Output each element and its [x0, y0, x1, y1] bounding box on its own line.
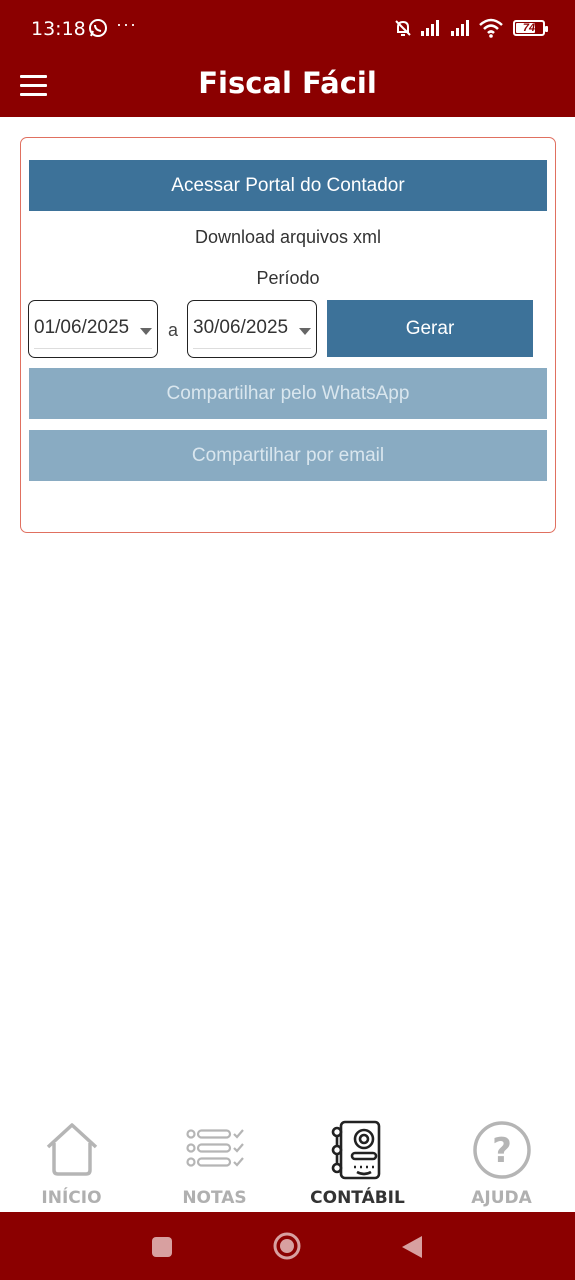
- wifi-icon: [479, 18, 503, 38]
- help-icon: ?: [472, 1121, 531, 1179]
- system-navigation-bar: [0, 1212, 575, 1280]
- nav-item-notas[interactable]: NOTAS: [143, 1112, 286, 1212]
- nav-item-contabil[interactable]: CONTÁBIL: [286, 1112, 429, 1212]
- status-bar: 13:18 ··· 74: [0, 0, 575, 58]
- share-whatsapp-button[interactable]: Compartilhar pelo WhatsApp: [29, 368, 547, 419]
- battery-icon: 74: [513, 20, 548, 36]
- nav-item-ajuda[interactable]: ? AJUDA: [430, 1112, 573, 1212]
- back-icon[interactable]: [400, 1234, 424, 1260]
- start-date-value: 01/06/2025: [34, 317, 130, 338]
- signal-icon: [451, 20, 469, 36]
- app-title: Fiscal Fácil: [198, 66, 377, 100]
- share-email-button[interactable]: Compartilhar por email: [29, 430, 547, 481]
- access-portal-button[interactable]: Acessar Portal do Contador: [29, 160, 547, 211]
- end-date-value: 30/06/2025: [193, 317, 289, 338]
- download-xml-label: Download arquivos xml: [194, 227, 382, 247]
- period-label: Período: [256, 268, 320, 288]
- status-more-indicator: ···: [116, 14, 137, 34]
- date-separator: a: [168, 320, 179, 340]
- status-time: 13:18: [31, 18, 86, 40]
- checklist-icon: [185, 1129, 244, 1167]
- generate-button[interactable]: Gerar: [327, 300, 533, 357]
- status-icons: 74: [393, 17, 548, 39]
- signal-icon: [421, 20, 439, 36]
- nav-label: NOTAS: [182, 1188, 247, 1208]
- start-date-select[interactable]: 01/06/2025: [28, 300, 158, 358]
- bell-off-icon: [395, 20, 411, 36]
- app-bar: Fiscal Fácil: [0, 58, 575, 117]
- whatsapp-icon: [89, 19, 107, 37]
- end-date-select[interactable]: 30/06/2025: [187, 300, 317, 358]
- nav-item-inicio[interactable]: INÍCIO: [0, 1112, 143, 1212]
- bottom-navigation: INÍCIO NOTAS CONTÁBIL ? AJUDA: [0, 1112, 575, 1212]
- nav-label: AJUDA: [471, 1188, 532, 1208]
- divider: [193, 348, 311, 349]
- nav-label: INÍCIO: [41, 1188, 102, 1208]
- svg-text:?: ?: [492, 1131, 512, 1171]
- ledger-icon: [331, 1120, 380, 1180]
- divider: [34, 348, 152, 349]
- chevron-down-icon: [299, 328, 311, 335]
- chevron-down-icon: [140, 328, 152, 335]
- nav-label: CONTÁBIL: [310, 1188, 405, 1208]
- home-icon: [46, 1123, 97, 1176]
- recents-icon[interactable]: [151, 1236, 173, 1258]
- battery-level: 74: [522, 22, 536, 34]
- home-button-icon[interactable]: [272, 1231, 302, 1261]
- accounting-card: Acessar Portal do Contador Download arqu…: [20, 137, 556, 533]
